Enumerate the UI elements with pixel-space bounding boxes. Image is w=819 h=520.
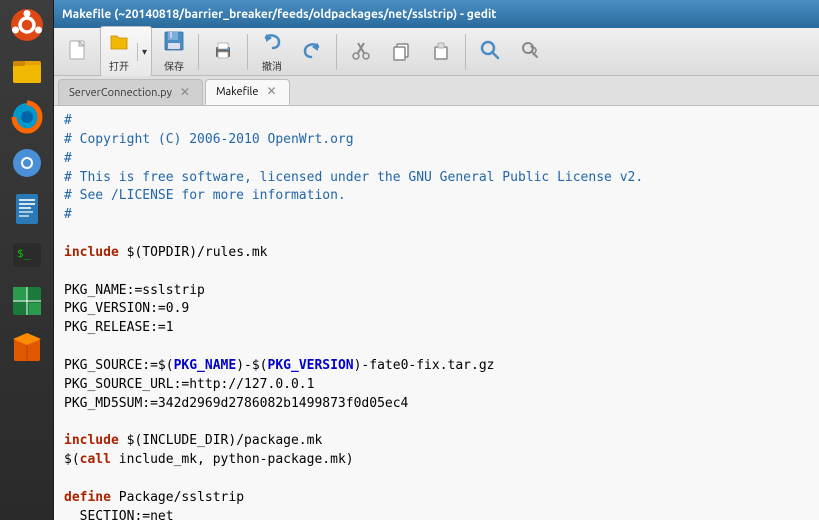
- replace-button[interactable]: [512, 36, 548, 68]
- tab-makefile-close[interactable]: ✕: [264, 85, 278, 99]
- paste-icon: [430, 39, 452, 65]
- files-icon[interactable]: [6, 50, 48, 92]
- tab-makefile[interactable]: Makefile ✕: [205, 79, 290, 105]
- copy-button[interactable]: [383, 36, 419, 68]
- tab-serverconnection[interactable]: ServerConnection.py ✕: [58, 79, 203, 105]
- separator-1: [198, 34, 199, 70]
- new-icon: [67, 39, 89, 65]
- open-dropdown-button[interactable]: ▾: [137, 43, 151, 61]
- undo-icon: [261, 30, 283, 56]
- spreadsheet-icon[interactable]: [6, 280, 48, 322]
- cut-button[interactable]: [343, 36, 379, 68]
- save-label: 保存: [164, 58, 184, 73]
- tab-makefile-label: Makefile: [216, 86, 258, 98]
- sidebar: $_: [0, 0, 54, 520]
- editor-area[interactable]: # # Copyright (C) 2006-2010 OpenWrt.org …: [54, 106, 819, 520]
- chrome-icon[interactable]: [6, 142, 48, 184]
- ubuntu-icon[interactable]: [6, 4, 48, 46]
- separator-2: [247, 34, 248, 70]
- open-button-group: 打开 ▾: [100, 26, 152, 77]
- separator-4: [465, 34, 466, 70]
- open-icon: [108, 30, 130, 56]
- separator-3: [336, 34, 337, 70]
- open-button[interactable]: 打开: [101, 27, 137, 76]
- print-icon: [212, 39, 234, 65]
- cut-icon: [350, 39, 372, 65]
- search-icon: [479, 39, 501, 65]
- undo-button[interactable]: 撤消: [254, 27, 290, 76]
- open-dropdown-icon: ▾: [142, 46, 147, 58]
- main-window: Makefile (~20140818/barrier_breaker/feed…: [54, 0, 819, 520]
- save-icon: [163, 30, 185, 56]
- copy-icon: [390, 39, 412, 65]
- redo-button[interactable]: [294, 36, 330, 68]
- toolbar: 打开 ▾ 保存: [54, 28, 819, 76]
- titlebar-title: Makefile (~20140818/barrier_breaker/feed…: [62, 8, 496, 21]
- undo-label: 撤消: [262, 58, 282, 73]
- terminal-icon[interactable]: $_: [6, 234, 48, 276]
- redo-icon: [301, 39, 323, 65]
- print-button[interactable]: [205, 36, 241, 68]
- tabbar: ServerConnection.py ✕ Makefile ✕: [54, 76, 819, 106]
- package-icon[interactable]: [6, 326, 48, 368]
- save-button[interactable]: 保存: [156, 27, 192, 76]
- new-button[interactable]: [60, 36, 96, 68]
- document-icon[interactable]: [6, 188, 48, 230]
- tab-serverconnection-close[interactable]: ✕: [178, 86, 192, 100]
- replace-icon: [519, 39, 541, 65]
- open-label: 打开: [109, 58, 129, 73]
- firefox-icon[interactable]: [6, 96, 48, 138]
- find-button[interactable]: [472, 36, 508, 68]
- svg-text:$_: $_: [17, 247, 31, 260]
- tab-serverconnection-label: ServerConnection.py: [69, 87, 172, 99]
- paste-button[interactable]: [423, 36, 459, 68]
- titlebar: Makefile (~20140818/barrier_breaker/feed…: [54, 0, 819, 28]
